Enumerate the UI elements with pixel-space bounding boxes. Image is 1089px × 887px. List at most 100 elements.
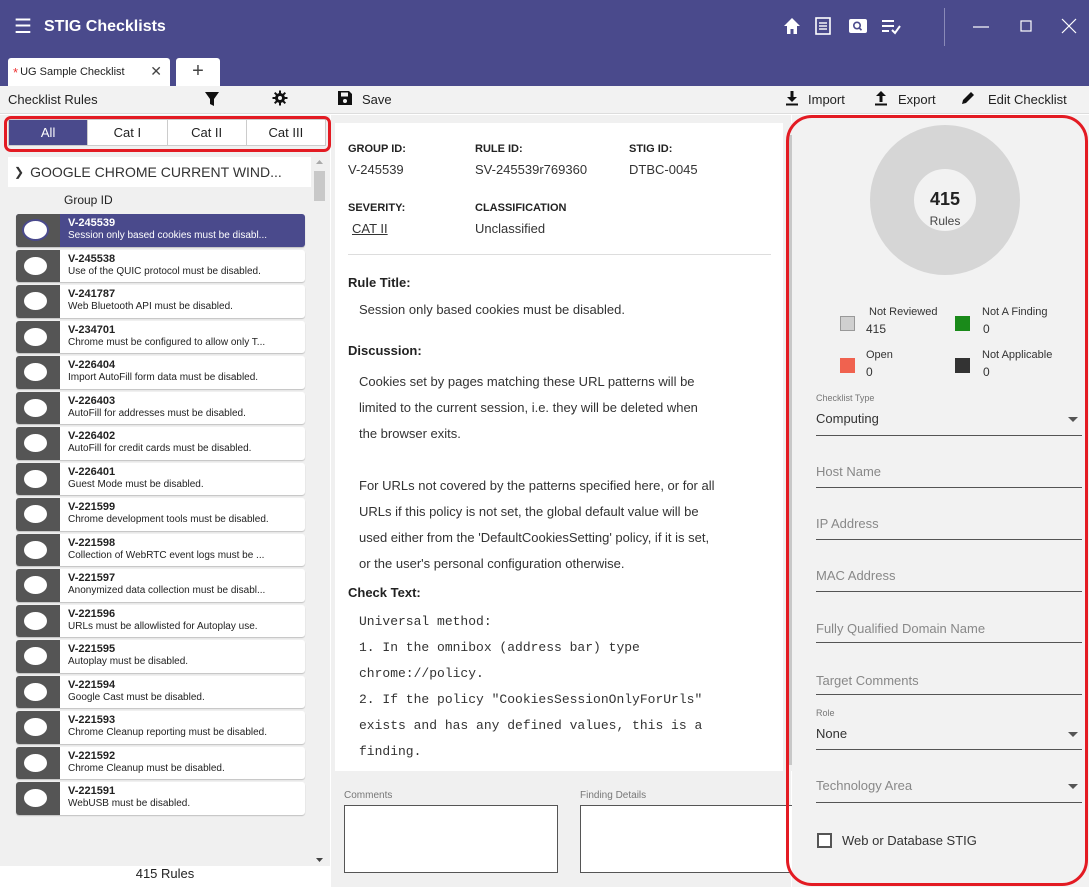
not-reviewed-label: Not Reviewed	[869, 306, 938, 318]
rule-group-id: V-245539	[68, 217, 116, 229]
minimize-icon[interactable]	[970, 15, 992, 37]
discussion-line: the browser exits.	[359, 426, 461, 441]
rule-group-id: V-245538	[68, 252, 116, 265]
classification-value: Unclassified	[475, 221, 546, 236]
web-db-stig-checkbox[interactable]	[817, 833, 832, 848]
category-tabs-highlight	[4, 116, 331, 152]
rule-list-item[interactable]: V-226401 Guest Mode must be disabled.	[16, 462, 305, 495]
rule-title: AutoFill for credit cards must be disabl…	[68, 443, 252, 454]
discussion-line: used either from the 'DefaultCookiesSett…	[359, 530, 710, 545]
chevron-down-icon[interactable]: ❯	[14, 165, 24, 179]
status-circle-icon	[22, 574, 49, 596]
status-circle-icon	[22, 538, 49, 561]
status-circle-icon	[22, 219, 49, 241]
checklist-icon[interactable]	[880, 15, 902, 37]
rule-list-item[interactable]: V-245538 Use of the QUIC protocol must be…	[16, 249, 305, 282]
search-panel-icon[interactable]	[847, 15, 869, 37]
status-circle-icon	[22, 787, 49, 809]
ip-address-field[interactable]: IP Address	[816, 516, 879, 531]
add-tab-button[interactable]: +	[176, 58, 220, 86]
export-icon[interactable]	[873, 90, 891, 108]
checklist-type-dropdown-icon[interactable]	[1068, 417, 1078, 422]
rule-list-item[interactable]: V-226404 Import AutoFill form data must b…	[16, 356, 305, 389]
classification-label: CLASSIFICATION	[475, 202, 567, 214]
rule-list-item[interactable]: V-234701 Chrome must be configured to all…	[16, 320, 305, 353]
role-label: Role	[816, 708, 835, 718]
rule-title-text: Session only based cookies must be disab…	[359, 302, 625, 317]
import-button[interactable]: Import	[808, 92, 845, 107]
check-text-line: Universal method:	[359, 614, 492, 629]
role-select[interactable]: None	[816, 726, 847, 741]
group-id-column-header[interactable]: Group ID	[8, 188, 311, 212]
filter-icon[interactable]	[204, 90, 222, 108]
pencil-icon[interactable]	[960, 90, 978, 108]
rule-list-scrollbar[interactable]	[313, 157, 326, 865]
rule-list-item[interactable]: V-245539 Session only based cookies must …	[16, 214, 305, 247]
edit-checklist-button[interactable]: Edit Checklist	[988, 92, 1067, 107]
rule-id-label: RULE ID:	[475, 143, 523, 155]
discussion-line: URLs if this policy is not set, the glob…	[359, 504, 699, 519]
severity-value[interactable]: CAT II	[352, 221, 388, 236]
tab-ug-sample-checklist[interactable]: * UG Sample Checklist ✕	[8, 58, 170, 86]
status-circle-icon	[22, 645, 49, 667]
toolbar: Checklist Rules Save Import Export Edit …	[0, 86, 1089, 114]
rule-list-item[interactable]: V-221592 Chrome Cleanup must be disabled.	[16, 746, 305, 779]
discussion-text: Cookies set by pages matching these URL …	[359, 369, 764, 577]
role-dropdown-icon[interactable]	[1068, 732, 1078, 737]
host-name-field[interactable]: Host Name	[816, 464, 881, 479]
rule-list-item[interactable]: V-221598 Collection of WebRTC event logs …	[16, 533, 305, 566]
finding-details-input[interactable]	[580, 805, 794, 873]
status-circle-icon	[22, 716, 49, 738]
discussion-line: or the user's personal configuration oth…	[359, 556, 625, 571]
group-header[interactable]: ❯ GOOGLE CHROME CURRENT WIND...	[8, 157, 311, 187]
rule-list-item[interactable]: V-221593 Chrome Cleanup reporting must be…	[16, 711, 305, 744]
rule-group-id: V-241787	[68, 288, 116, 300]
rule-list-item[interactable]: V-221596 URLs must be allowlisted for Aut…	[16, 604, 305, 637]
discussion-line: For URLs not covered by the patterns spe…	[359, 478, 715, 493]
rule-group-id: V-221592	[68, 749, 116, 762]
rule-title: Chrome development tools must be disable…	[68, 514, 269, 525]
rule-list-item[interactable]: V-226403 AutoFill for addresses must be d…	[16, 391, 305, 424]
maximize-icon[interactable]	[1015, 15, 1037, 37]
checklist-type-select[interactable]: Computing	[816, 411, 879, 426]
divider	[348, 254, 771, 255]
hamburger-menu-icon[interactable]: ☰	[14, 17, 32, 37]
document-list-icon[interactable]	[812, 15, 834, 37]
close-window-icon[interactable]	[1058, 15, 1080, 37]
rule-list-item[interactable]: V-221591 WebUSB must be disabled.	[16, 782, 305, 815]
comments-input[interactable]	[344, 805, 558, 873]
rule-list-item[interactable]: V-221597 Anonymized data collection must …	[16, 569, 305, 602]
save-button[interactable]: Save	[362, 92, 392, 107]
import-icon[interactable]	[784, 90, 802, 108]
save-icon[interactable]	[337, 90, 355, 108]
fqdn-field[interactable]: Fully Qualified Domain Name	[816, 621, 985, 636]
scroll-thumb[interactable]	[314, 171, 325, 201]
target-comments-field[interactable]: Target Comments	[816, 673, 919, 688]
group-id-value: V-245539	[348, 162, 404, 177]
donut-total: 415	[929, 189, 961, 209]
status-circle-icon	[22, 254, 49, 277]
check-text-line: exists and has any defined values, this …	[359, 718, 703, 733]
scroll-up-icon[interactable]	[313, 157, 326, 167]
technology-area-dropdown-icon[interactable]	[1068, 784, 1078, 789]
technology-area-select[interactable]: Technology Area	[816, 778, 912, 793]
home-icon[interactable]	[781, 15, 803, 37]
status-circle-icon	[22, 467, 49, 490]
rule-list-item[interactable]: V-221595 Autoplay must be disabled.	[16, 640, 305, 673]
rule-list-item[interactable]: V-221599 Chrome development tools must be…	[16, 498, 305, 531]
rule-list-item[interactable]: V-226402 AutoFill for credit cards must b…	[16, 427, 305, 460]
rule-title: Import AutoFill form data must be disabl…	[68, 372, 259, 383]
rule-list-item[interactable]: V-241787 Web Bluetooth API must be disabl…	[16, 285, 305, 318]
rule-title: WebUSB must be disabled.	[68, 798, 191, 809]
app-title: STIG Checklists	[44, 18, 166, 35]
scroll-down-icon[interactable]	[313, 855, 326, 865]
mac-address-field[interactable]: MAC Address	[816, 568, 895, 583]
export-button[interactable]: Export	[898, 92, 936, 107]
mac-address-underline	[816, 591, 1082, 592]
donut-total-label: Rules	[929, 214, 961, 228]
rule-list-item[interactable]: V-221594 Google Cast must be disabled.	[16, 675, 305, 708]
gear-icon[interactable]	[272, 90, 290, 108]
rules-count: 415 Rules	[0, 866, 330, 887]
close-tab-icon[interactable]: ✕	[150, 63, 162, 80]
rule-title: Chrome Cleanup must be disabled.	[68, 762, 225, 774]
